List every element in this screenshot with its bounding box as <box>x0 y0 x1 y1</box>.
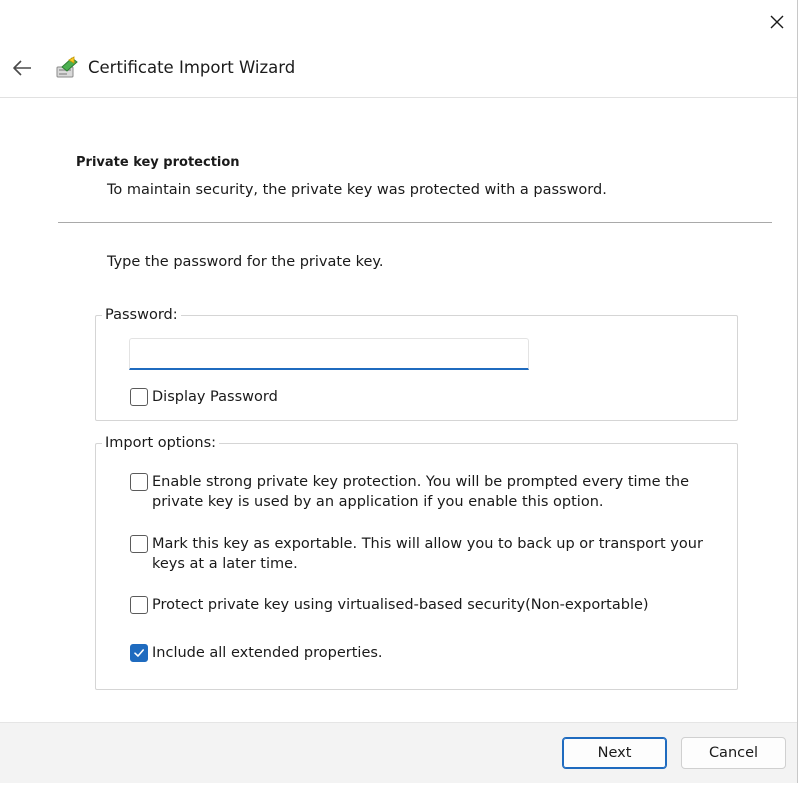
option-strong-protection[interactable]: Enable strong private key protection. Yo… <box>130 472 689 512</box>
option-mark-exportable[interactable]: Mark this key as exportable. This will a… <box>130 534 703 574</box>
option-label-line: Enable strong private key protection. Yo… <box>152 474 690 490</box>
cancel-button[interactable]: Cancel <box>681 737 786 769</box>
import-options-legend: Import options: <box>105 435 217 451</box>
section-divider <box>58 222 772 223</box>
password-legend: Password: <box>105 307 178 323</box>
password-input[interactable] <box>129 338 529 370</box>
display-password-checkbox-row[interactable]: Display Password <box>130 387 278 407</box>
section-heading: Private key protection <box>76 155 240 170</box>
wizard-window: Certificate Import Wizard Private key pr… <box>0 0 798 783</box>
instruction-text: Type the password for the private key. <box>107 254 384 270</box>
mark-exportable-checkbox[interactable] <box>130 535 148 553</box>
window-title: Certificate Import Wizard <box>88 58 296 77</box>
strong-protection-checkbox[interactable] <box>130 473 148 491</box>
section-description: To maintain security, the private key wa… <box>107 182 607 198</box>
option-label-line: Include all extended properties. <box>152 645 383 661</box>
close-icon <box>770 15 784 29</box>
button-bar <box>0 722 797 783</box>
virtualised-security-checkbox[interactable] <box>130 596 148 614</box>
title-divider <box>0 97 797 98</box>
option-extended-properties[interactable]: Include all extended properties. <box>130 643 383 663</box>
display-password-checkbox[interactable] <box>130 388 148 406</box>
option-label-line: Mark this key as exportable. This will a… <box>152 536 703 552</box>
option-label-line: keys at a later time. <box>152 556 298 572</box>
option-label-line: Protect private key using virtualised-ba… <box>152 597 649 613</box>
next-button[interactable]: Next <box>562 737 667 769</box>
back-button[interactable] <box>8 56 36 80</box>
display-password-label: Display Password <box>152 389 278 405</box>
close-button[interactable] <box>755 0 799 44</box>
extended-properties-checkbox[interactable] <box>130 644 148 662</box>
checkmark-icon <box>134 649 144 657</box>
option-virtualised-security[interactable]: Protect private key using virtualised-ba… <box>130 595 649 615</box>
option-label-line: private key is used by an application if… <box>152 494 604 510</box>
certificate-wizard-icon <box>54 55 80 81</box>
back-arrow-icon <box>13 60 31 76</box>
